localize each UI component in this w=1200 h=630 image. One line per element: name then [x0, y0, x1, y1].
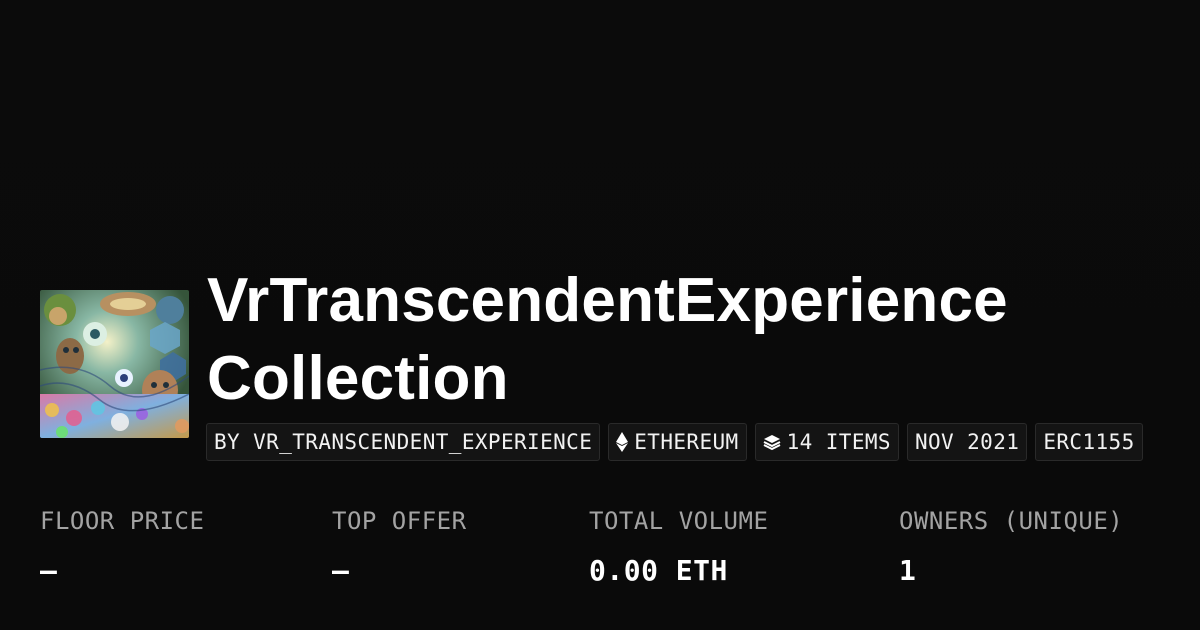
collection-meta-chips: BY VR_TRANSCENDENT_EXPERIENCE ETHEREUM 1…: [206, 423, 1143, 461]
stat-total-volume-value: 0.00 ETH: [589, 554, 728, 587]
stat-floor-price-label: FLOOR PRICE: [40, 507, 205, 535]
stat-floor-price: FLOOR PRICE —: [40, 505, 204, 589]
og-card: VrTranscendentExperience Collection BY V…: [0, 0, 1200, 630]
date-chip-label: NOV 2021: [914, 430, 1020, 454]
ethereum-icon: [616, 432, 629, 452]
collection-title-line-1: VrTranscendentExperience: [207, 266, 1008, 335]
stat-owners-unique: OWNERS (UNIQUE) 1: [899, 505, 1123, 589]
creator-chip-label: BY VR_TRANSCENDENT_EXPERIENCE: [214, 430, 593, 454]
stat-owners-unique-value: 1: [899, 554, 917, 587]
stat-total-volume: TOTAL VOLUME 0.00 ETH: [589, 505, 768, 589]
collection-avatar: [40, 290, 189, 438]
stat-total-volume-label: TOTAL VOLUME: [589, 507, 769, 535]
collection-title: VrTranscendentExperience Collection: [207, 262, 1197, 418]
chain-chip-label: ETHEREUM: [634, 430, 739, 454]
items-chip-label: 14 ITEMS: [786, 430, 891, 454]
stat-top-offer-value: —: [332, 554, 350, 587]
stat-floor-price-value: —: [40, 554, 58, 587]
token-standard-chip: ERC1155: [1035, 423, 1143, 461]
creator-chip[interactable]: BY VR_TRANSCENDENT_EXPERIENCE: [206, 423, 601, 461]
stat-owners-unique-label: OWNERS (UNIQUE): [899, 507, 1124, 535]
psychedelic-artwork-icon: [40, 290, 189, 438]
stat-top-offer: TOP OFFER —: [332, 505, 467, 589]
layers-icon: [763, 433, 781, 451]
chain-chip[interactable]: ETHEREUM: [608, 423, 747, 461]
collection-title-line-2: Collection: [207, 344, 509, 413]
token-standard-chip-label: ERC1155: [1043, 430, 1135, 454]
stat-top-offer-label: TOP OFFER: [332, 507, 467, 535]
items-chip[interactable]: 14 ITEMS: [754, 423, 899, 461]
date-chip: NOV 2021: [906, 423, 1028, 461]
